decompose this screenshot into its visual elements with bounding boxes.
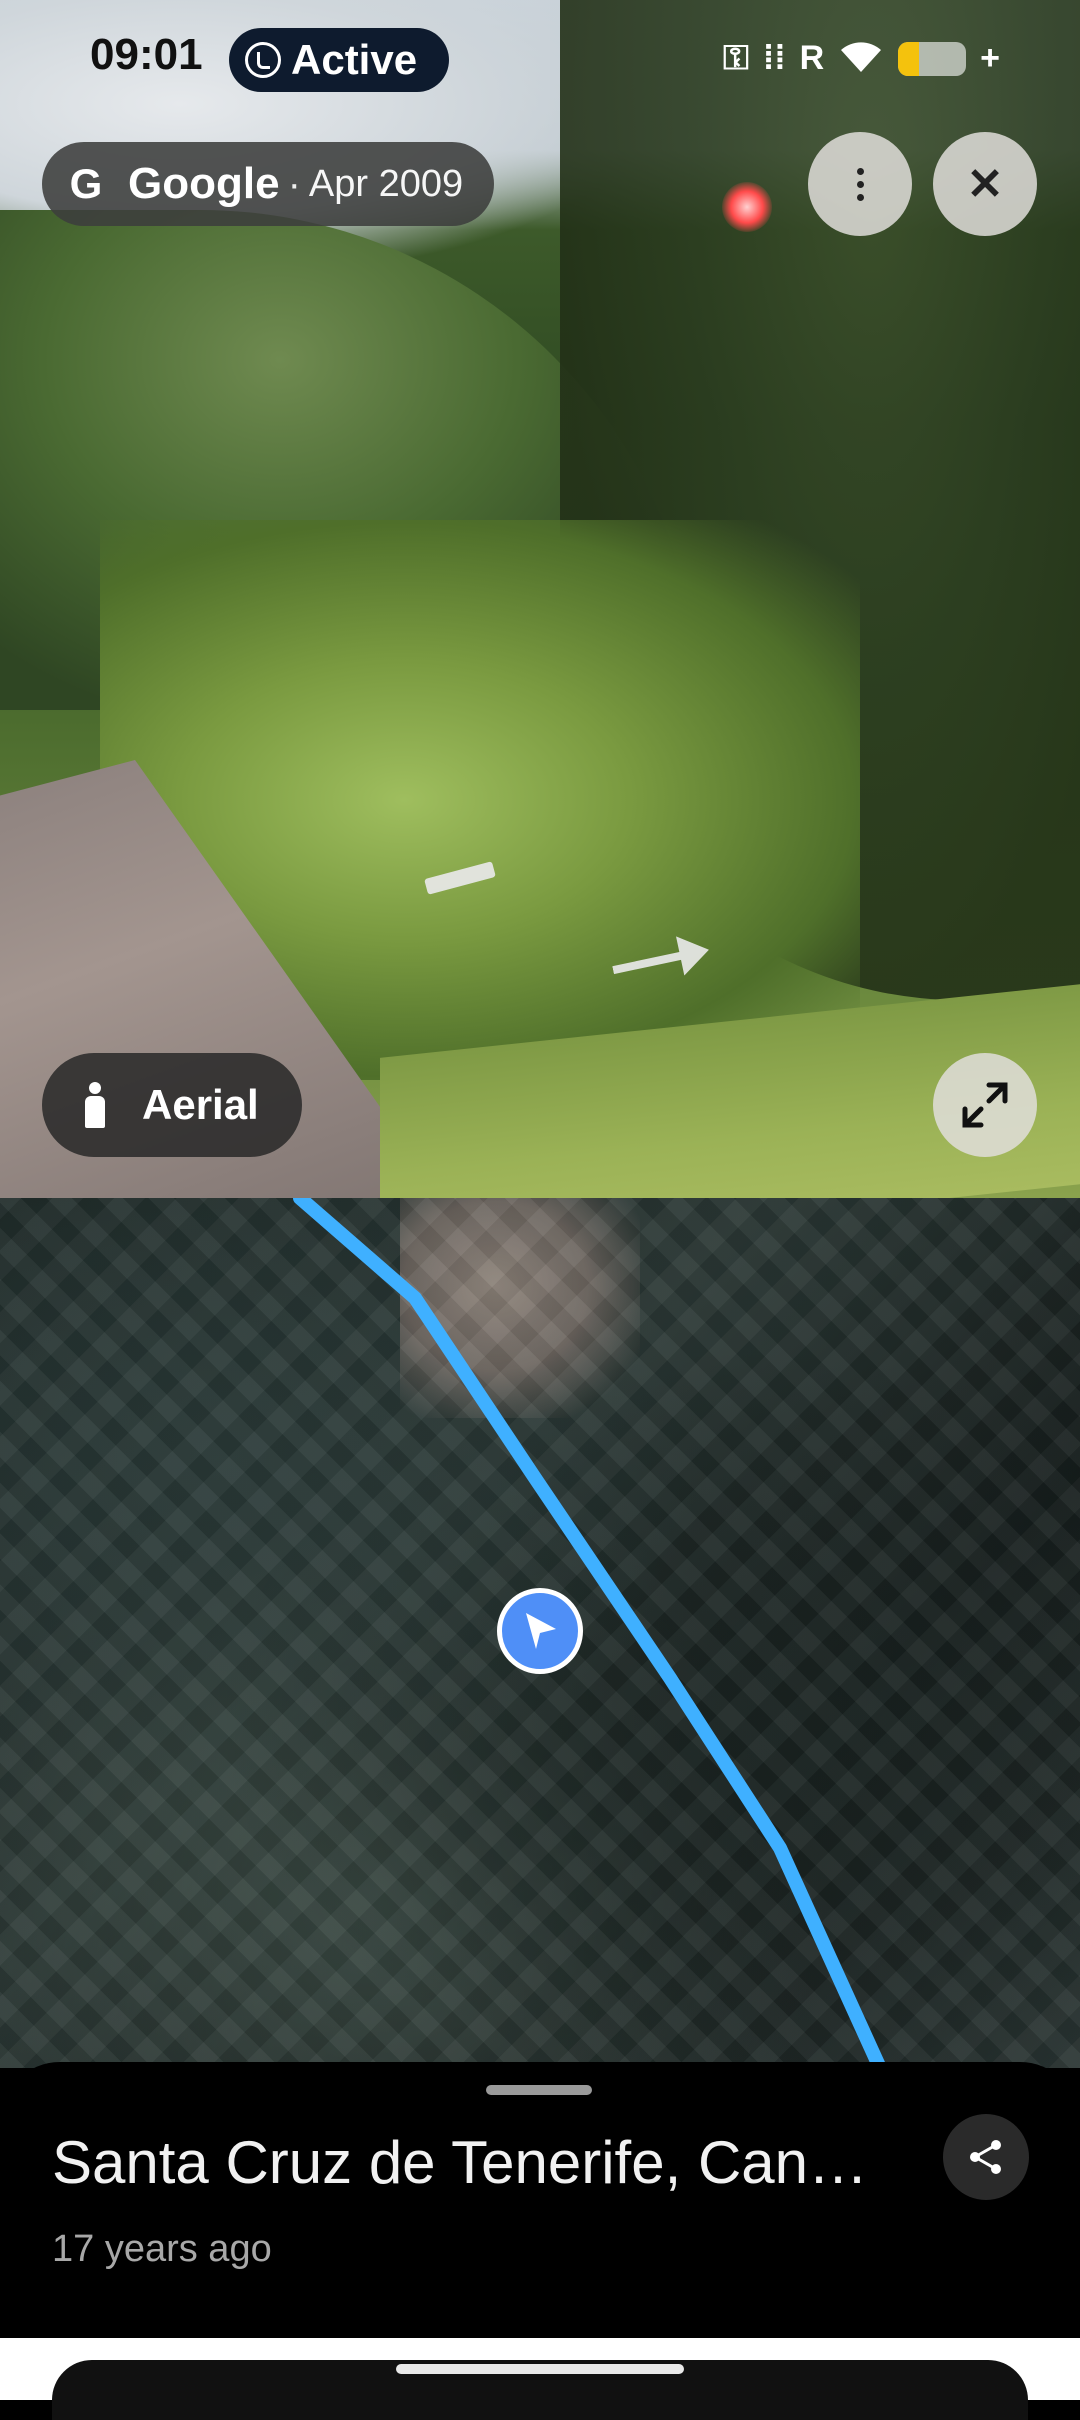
imagery-source-chip[interactable]: G Google · Apr 2009 — [42, 142, 494, 226]
more-vert-icon — [856, 167, 864, 201]
navigation-arrow-icon — [526, 1613, 556, 1649]
call-timer-icon — [245, 42, 281, 78]
google-g-icon: G — [69, 160, 103, 207]
sheet-drag-handle[interactable] — [486, 2085, 592, 2095]
signal-icon: ⁞⁞ — [762, 39, 786, 77]
battery-level — [898, 41, 919, 76]
status-bar: 09:01 Active ⚿ ⁞⁞ R + — [0, 0, 1080, 120]
lens-flare — [722, 182, 772, 232]
status-time: 09:01 — [90, 30, 203, 79]
place-title: Santa Cruz de Tenerife, Can… — [52, 2129, 869, 2196]
aerial-toggle-button[interactable]: Aerial — [42, 1053, 302, 1157]
share-button[interactable] — [943, 2114, 1029, 2200]
battery-icon — [898, 41, 967, 76]
current-location-marker[interactable] — [497, 1588, 583, 1674]
pegman-icon — [82, 1082, 108, 1128]
charging-plus-icon: + — [980, 39, 1000, 77]
close-icon: ✕ — [966, 159, 1004, 209]
active-label: Active — [291, 36, 418, 83]
place-subtitle: 17 years ago — [52, 2228, 272, 2270]
capture-date: Apr 2009 — [308, 162, 464, 205]
gesture-nav-bar[interactable] — [396, 2364, 684, 2374]
separator-dot: · — [287, 161, 301, 206]
roaming-r-icon: R — [799, 39, 825, 77]
close-button[interactable]: ✕ — [933, 132, 1037, 236]
key-icon: ⚿ — [723, 39, 749, 77]
provider-label: Google — [128, 159, 280, 208]
aerial-label: Aerial — [142, 1081, 259, 1128]
active-call-pill[interactable]: Active — [229, 28, 449, 92]
expand-button[interactable] — [933, 1053, 1037, 1157]
wifi-icon — [838, 38, 884, 79]
share-icon — [970, 2140, 1001, 2174]
expand-icon — [962, 1082, 1008, 1128]
status-icons: ⚿ ⁞⁞ R + — [723, 38, 1000, 79]
bottom-sheet[interactable] — [0, 2062, 1080, 2338]
more-options-button[interactable] — [808, 132, 912, 236]
